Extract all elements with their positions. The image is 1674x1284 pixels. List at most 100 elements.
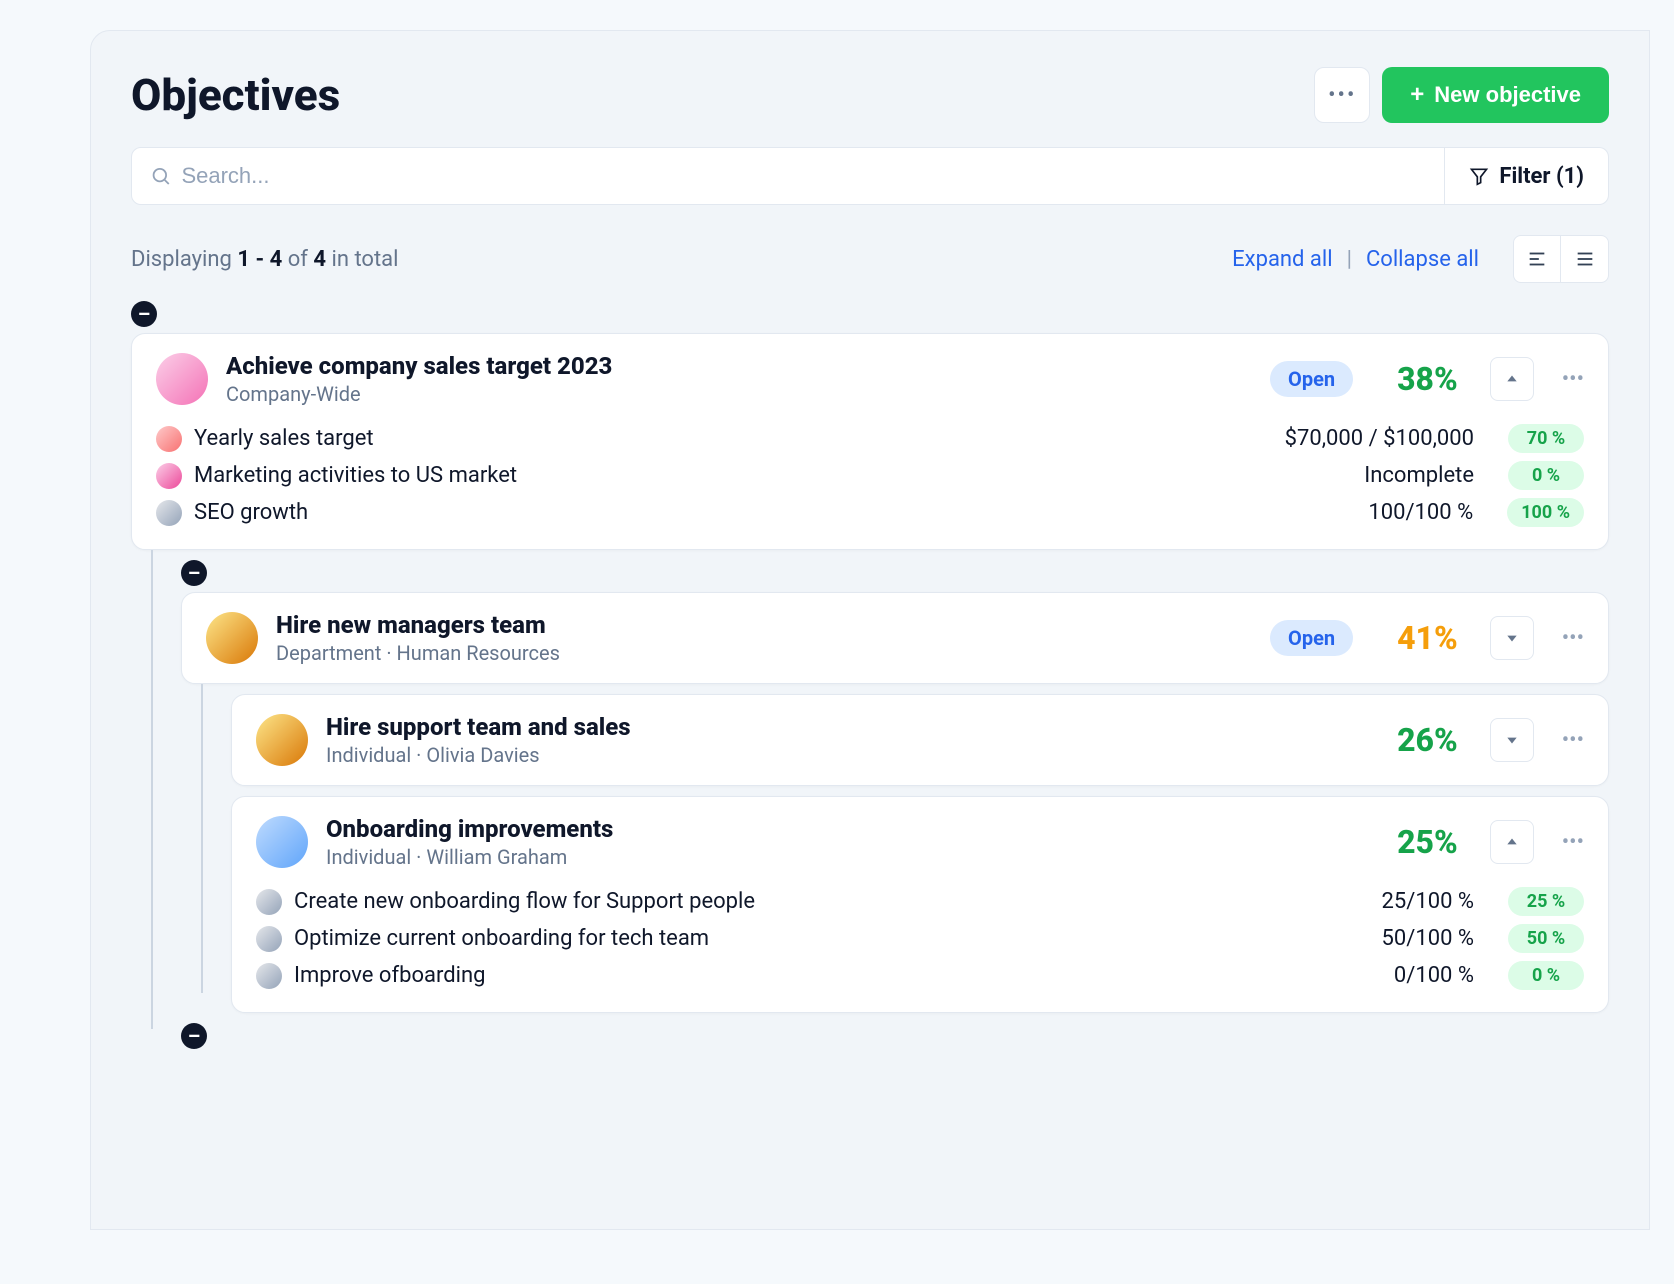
collapse-toggle[interactable]: – (181, 1023, 207, 1049)
expand-all-link[interactable]: Expand all (1232, 247, 1332, 272)
kr-name: Yearly sales target (194, 426, 1202, 451)
objective-title: Achieve company sales target 2023 (226, 352, 1252, 380)
objective-more-button[interactable]: ••• (1562, 728, 1584, 753)
objective-subtitle: Individual · William Graham (326, 845, 1353, 869)
objective-percent: 41% (1397, 619, 1458, 657)
kr-percent-badge: 50 % (1508, 924, 1584, 953)
objective-subtitle: Company-Wide (226, 382, 1252, 406)
expand-toggle[interactable] (1490, 357, 1534, 401)
objective-more-button[interactable]: ••• (1562, 830, 1584, 855)
objective-percent: 25% (1397, 823, 1458, 861)
chevron-down-icon (1505, 631, 1519, 645)
objective-subtitle: Individual · Olivia Davies (326, 743, 1353, 767)
status-badge: Open (1270, 620, 1353, 656)
header-actions: ••• + New objective (1314, 67, 1609, 123)
kr-name: SEO growth (194, 500, 1201, 525)
objective-head: Achieve company sales target 2023 Compan… (156, 352, 1584, 406)
key-result-row[interactable]: Optimize current onboarding for tech tea… (256, 920, 1584, 957)
collapse-all-link[interactable]: Collapse all (1366, 247, 1479, 272)
filter-button[interactable]: Filter (1) (1445, 147, 1609, 205)
kr-percent-badge: 0 % (1508, 961, 1584, 990)
objective-title: Onboarding improvements (326, 815, 1353, 843)
key-result-row[interactable]: SEO growth 100/100 % 100 % (156, 494, 1584, 531)
expand-toggle[interactable] (1490, 616, 1534, 660)
objectives-tree: – Achieve company sales target 2023 Comp… (91, 301, 1649, 1095)
page-header: Objectives ••• + New objective (91, 67, 1649, 147)
key-result-row[interactable]: Yearly sales target $70,000 / $100,000 7… (156, 420, 1584, 457)
avatar (206, 612, 258, 664)
kr-name: Marketing activities to US market (194, 463, 1202, 488)
kr-value: 100/100 % (1213, 500, 1473, 525)
search-filter-row: Filter (1) (91, 147, 1649, 235)
kr-value: 0/100 % (1214, 963, 1474, 988)
view-buttons (1513, 235, 1609, 283)
collapse-toggle[interactable]: – (131, 301, 157, 327)
avatar (156, 353, 208, 405)
kr-percent-badge: 25 % (1508, 887, 1584, 916)
separator: | (1347, 247, 1352, 272)
head-text: Hire support team and sales Individual ·… (326, 713, 1353, 767)
search-box[interactable] (131, 147, 1445, 205)
chevron-up-icon (1505, 835, 1519, 849)
filter-label: Filter (1) (1499, 164, 1584, 189)
key-results-list: Create new onboarding flow for Support p… (256, 883, 1584, 994)
head-text: Onboarding improvements Individual · Wil… (326, 815, 1353, 869)
expand-toggle[interactable] (1490, 820, 1534, 864)
new-objective-label: New objective (1434, 82, 1581, 108)
kr-name: Improve ofboarding (294, 963, 1202, 988)
objective-card[interactable]: Hire support team and sales Individual ·… (231, 694, 1609, 786)
objective-card[interactable]: Achieve company sales target 2023 Compan… (131, 333, 1609, 550)
tree-line (151, 550, 153, 1029)
new-objective-button[interactable]: + New objective (1382, 67, 1609, 123)
kr-name: Create new onboarding flow for Support p… (294, 889, 1202, 914)
head-text: Hire new managers team Department · Huma… (276, 611, 1252, 665)
kr-percent-badge: 0 % (1508, 461, 1584, 490)
objective-head: Hire support team and sales Individual ·… (256, 713, 1584, 767)
list-icon (1574, 248, 1596, 270)
tree-line (201, 684, 203, 993)
objective-title: Hire new managers team (276, 611, 1252, 639)
align-left-icon (1526, 248, 1548, 270)
kr-percent-badge: 100 % (1507, 498, 1584, 527)
objective-percent: 26% (1397, 721, 1458, 759)
kr-avatar (156, 463, 182, 489)
collapse-toggle[interactable]: – (181, 560, 207, 586)
more-actions-button[interactable]: ••• (1314, 67, 1370, 123)
search-input[interactable] (181, 163, 1426, 189)
meta-row: Displaying 1 - 4 of 4 in total Expand al… (91, 235, 1649, 301)
tree-indent-2: Hire support team and sales Individual ·… (231, 694, 1609, 1013)
objective-head: Hire new managers team Department · Huma… (206, 611, 1584, 665)
key-result-row[interactable]: Create new onboarding flow for Support p… (256, 883, 1584, 920)
kr-avatar (256, 963, 282, 989)
kr-percent-badge: 70 % (1508, 424, 1584, 453)
expand-toggle[interactable] (1490, 718, 1534, 762)
objective-more-button[interactable]: ••• (1562, 626, 1584, 651)
objective-head: Onboarding improvements Individual · Wil… (256, 815, 1584, 869)
kr-value: $70,000 / $100,000 (1214, 426, 1474, 451)
search-icon (150, 165, 171, 187)
kr-value: 50/100 % (1214, 926, 1474, 951)
objective-percent: 38% (1397, 360, 1458, 398)
tree-indent-1: – Hire new managers team Department · Hu… (181, 560, 1609, 1049)
objective-more-button[interactable]: ••• (1562, 367, 1584, 392)
view-tree-button[interactable] (1513, 235, 1561, 283)
key-result-row[interactable]: Improve ofboarding 0/100 % 0 % (256, 957, 1584, 994)
avatar (256, 714, 308, 766)
objective-subtitle: Department · Human Resources (276, 641, 1252, 665)
displaying-text: Displaying 1 - 4 of 4 in total (131, 247, 398, 272)
plus-icon: + (1410, 81, 1424, 109)
key-result-row[interactable]: Marketing activities to US market Incomp… (156, 457, 1584, 494)
head-text: Achieve company sales target 2023 Compan… (226, 352, 1252, 406)
kr-avatar (156, 500, 182, 526)
view-list-button[interactable] (1561, 235, 1609, 283)
objectives-panel: Objectives ••• + New objective Filter (1… (90, 30, 1650, 1230)
dots-icon: ••• (1328, 83, 1356, 108)
page-title: Objectives (131, 69, 340, 121)
filter-icon (1469, 166, 1489, 186)
objective-card[interactable]: Hire new managers team Department · Huma… (181, 592, 1609, 684)
kr-value: 25/100 % (1214, 889, 1474, 914)
avatar (256, 816, 308, 868)
key-results-list: Yearly sales target $70,000 / $100,000 7… (156, 420, 1584, 531)
chevron-down-icon (1505, 733, 1519, 747)
objective-card[interactable]: Onboarding improvements Individual · Wil… (231, 796, 1609, 1013)
